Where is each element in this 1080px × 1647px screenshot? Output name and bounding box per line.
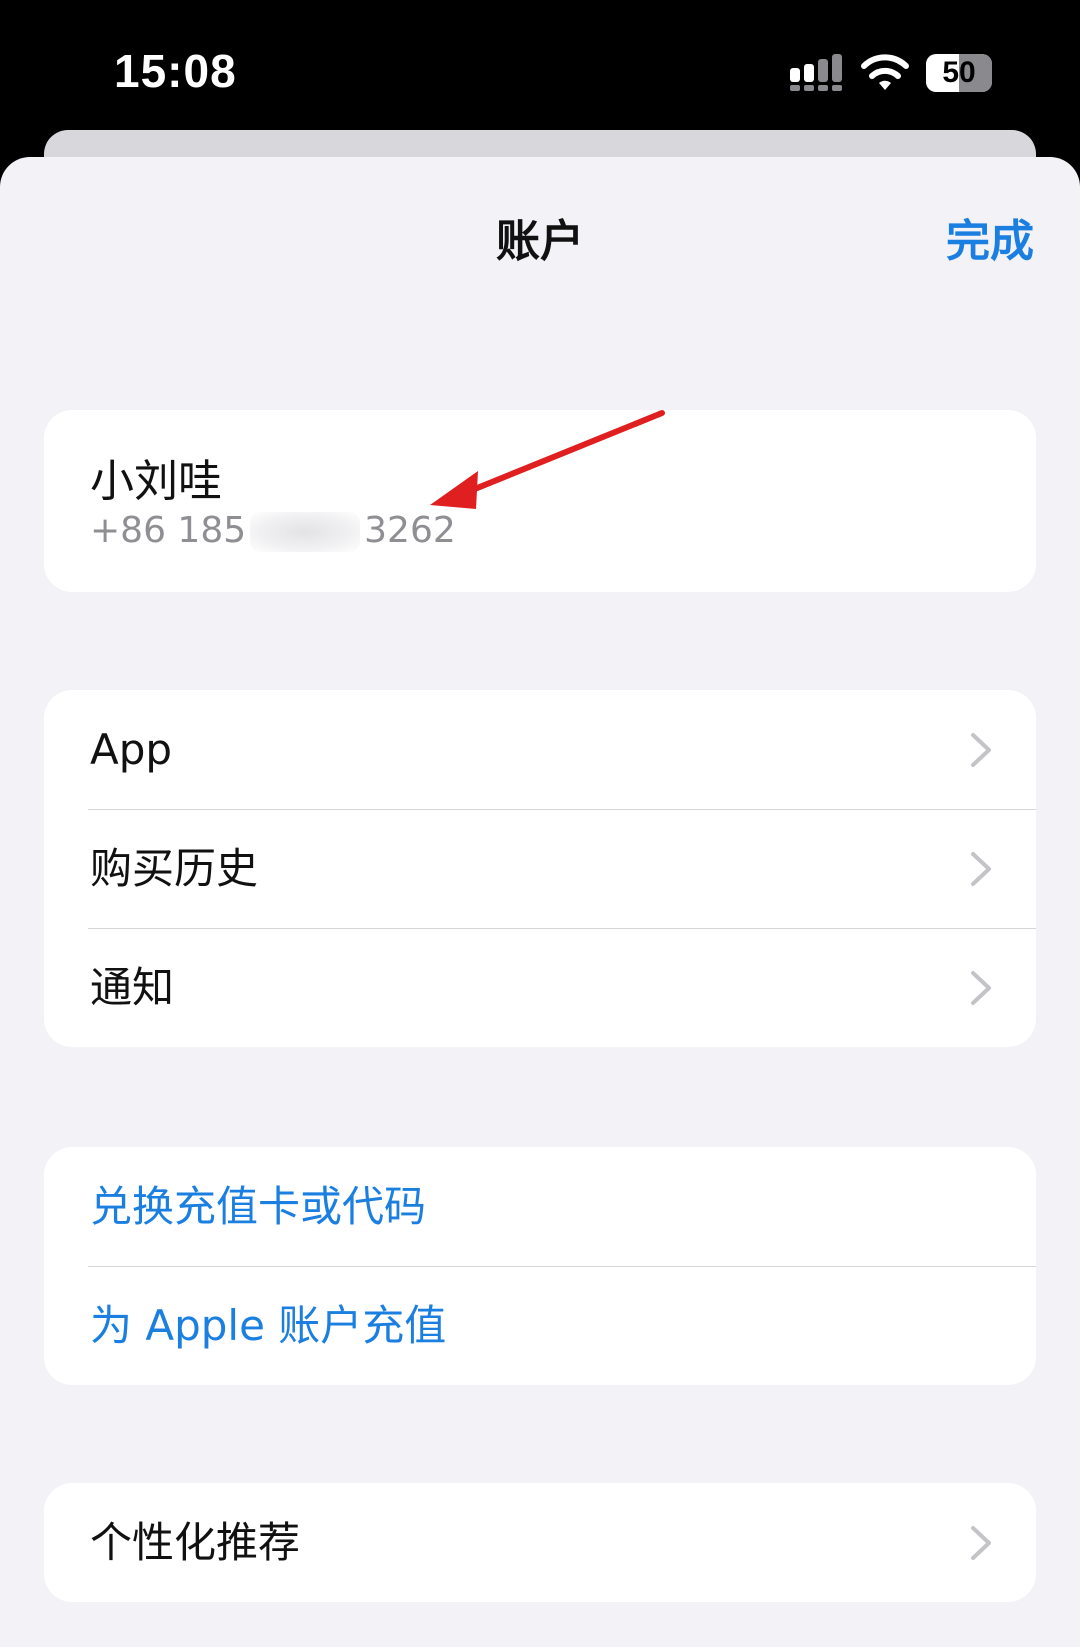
menu-item-label: 通知 [90, 963, 175, 1012]
chevron-right-icon [971, 852, 991, 886]
done-button[interactable]: 完成 [946, 205, 1034, 269]
menu-item-label: 个性化推荐 [90, 1518, 301, 1567]
screen: 15:08 50 账户 完成 小刘哇 +86 185 3262 App 购买历史… [0, 0, 1080, 1647]
add-funds-label: 为 Apple 账户充值 [90, 1301, 447, 1350]
status-time: 15:08 [114, 45, 237, 97]
account-name: 小刘哇 [90, 456, 222, 507]
red-arrow-annotation [430, 410, 665, 509]
signal-icon [790, 54, 842, 91]
menu-item-notifications[interactable]: 通知 [44, 928, 1036, 1047]
redeem-gift-card-button[interactable]: 兑换充值卡或代码 [44, 1147, 1036, 1266]
account-menu: App 购买历史 通知 [44, 690, 1036, 1047]
menu-item-purchase-history[interactable]: 购买历史 [44, 809, 1036, 928]
menu-item-personalized-recommendations[interactable]: 个性化推荐 [44, 1483, 1036, 1602]
menu-item-app[interactable]: App [44, 690, 1036, 809]
personalized-recommendations-menu: 个性化推荐 [44, 1483, 1036, 1602]
page-title: 账户 [496, 216, 584, 267]
phone-redaction [250, 512, 361, 552]
add-funds-button[interactable]: 为 Apple 账户充值 [44, 1266, 1036, 1385]
menu-item-label: 购买历史 [90, 844, 259, 893]
topup-menu: 兑换充值卡或代码 为 Apple 账户充值 [44, 1147, 1036, 1385]
wifi-icon [861, 54, 909, 90]
status-bar: 15:08 50 [0, 0, 1080, 130]
battery-icon: 50 [926, 54, 992, 92]
battery-percentage: 50 [942, 56, 976, 89]
phone-suffix: 3262 [364, 510, 456, 551]
chevron-right-icon [971, 971, 991, 1005]
chevron-right-icon [971, 1526, 991, 1560]
chevron-right-icon [971, 733, 991, 767]
redeem-gift-card-label: 兑换充值卡或代码 [90, 1182, 427, 1231]
phone-prefix: +86 185 [90, 510, 247, 551]
menu-item-label: App [90, 725, 173, 774]
account-phone: +86 185 3262 [90, 510, 456, 552]
